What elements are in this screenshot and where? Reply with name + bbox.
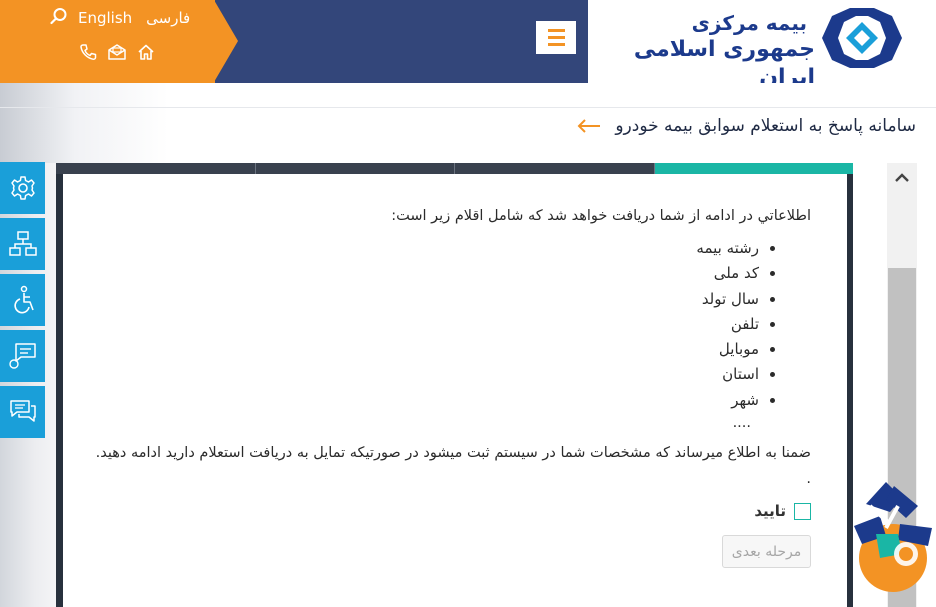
language-switcher: English فارسی — [50, 8, 190, 28]
logo-emblem-icon[interactable] — [822, 8, 902, 68]
notice-text: ضمنا به اطلاع میرساند که مشخصات شما در س… — [95, 445, 811, 488]
intro-text: اطلاعاتي در ادامه از شما دريافت خواهد شد… — [391, 208, 811, 224]
list-item: تلفن — [93, 312, 759, 337]
list-item: موبایل — [93, 337, 759, 362]
logo-line-1: بیمه مرکزی — [691, 11, 807, 35]
site-logo-text[interactable]: بیمه مرکزی جمهوری اسلامی ایران — [600, 10, 815, 90]
phone-icon[interactable] — [78, 42, 98, 62]
header-arrow-decoration — [214, 0, 238, 82]
list-item: شهر — [93, 388, 759, 413]
hamburger-menu-icon[interactable] — [536, 21, 576, 54]
header-quick-icons — [78, 42, 156, 62]
home-icon[interactable] — [136, 42, 156, 62]
page-title: سامانه پاسخ به استعلام سوابق بیمه خودرو — [577, 116, 916, 136]
list-ellipsis: .... — [732, 415, 751, 432]
mail-icon[interactable] — [107, 42, 127, 62]
header-utility-bar: English فارسی — [0, 0, 215, 83]
wizard-step-tabs — [56, 163, 853, 174]
scroll-up-icon[interactable] — [887, 163, 917, 193]
list-item: کد ملی — [93, 261, 759, 286]
required-items-list: رشته بیمه کد ملی سال تولد تلفن موبایل اس… — [93, 236, 811, 413]
wizard-panel-content: اطلاعاتي در ادامه از شما دريافت خواهد شد… — [63, 174, 847, 607]
next-step-button[interactable]: مرحله بعدی — [722, 535, 811, 569]
comment-icon[interactable] — [0, 330, 45, 382]
floating-sidebar — [0, 162, 45, 442]
banner-divider — [0, 107, 936, 108]
confirm-label[interactable]: تایید — [754, 502, 786, 520]
wizard-step-tab-2[interactable] — [255, 163, 455, 174]
arrow-left-icon — [577, 119, 601, 133]
lang-english-link[interactable]: English — [78, 9, 132, 27]
settings-icon[interactable] — [0, 162, 45, 214]
sitemap-icon[interactable] — [0, 218, 45, 270]
site-header: English فارسی بیمه مرکزی جمهوری اسلامی ا… — [0, 0, 936, 90]
wizard-step-tab-3[interactable] — [455, 163, 655, 174]
corner-badge-icon[interactable] — [846, 476, 936, 607]
list-item: سال تولد — [93, 287, 759, 312]
wizard-step-tab-1[interactable] — [56, 163, 256, 174]
lang-farsi-link[interactable]: فارسی — [146, 9, 190, 27]
confirm-row: تایید — [93, 502, 811, 520]
accessibility-icon[interactable] — [0, 274, 45, 326]
page-title-text: سامانه پاسخ به استعلام سوابق بیمه خودرو — [615, 116, 916, 136]
confirm-checkbox[interactable] — [794, 502, 811, 520]
chat-icon[interactable] — [0, 386, 45, 438]
list-item: رشته بیمه — [93, 236, 759, 261]
search-icon[interactable] — [50, 7, 68, 29]
list-item: استان — [93, 362, 759, 387]
header-navy-band — [215, 0, 588, 83]
wizard-step-tab-active[interactable] — [654, 163, 853, 174]
